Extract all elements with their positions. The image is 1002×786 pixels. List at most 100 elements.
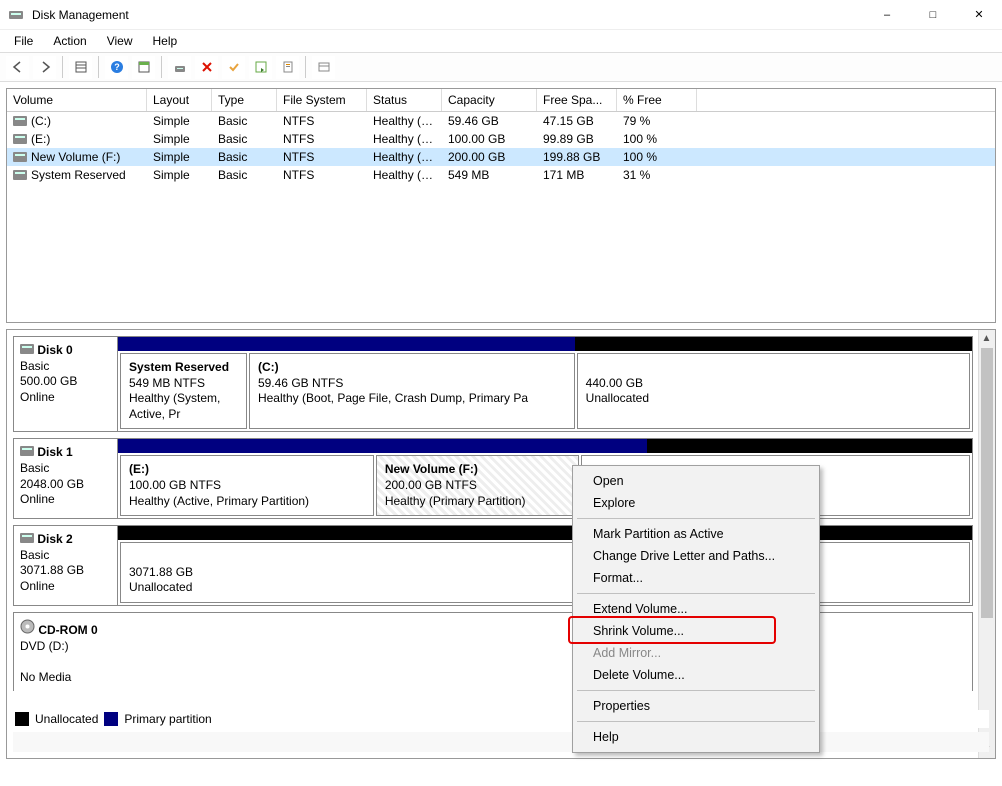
app-icon — [8, 7, 24, 23]
disk-type: Basic — [20, 359, 49, 373]
settings-button[interactable] — [168, 56, 191, 79]
col-type[interactable]: Type — [212, 89, 277, 111]
col-volume[interactable]: Volume — [7, 89, 147, 111]
volume-type: Basic — [212, 131, 277, 147]
volume-pctfree: 100 % — [617, 131, 697, 147]
delete-button[interactable] — [195, 56, 218, 79]
volume-name: (E:) — [31, 132, 50, 146]
context-menu-item[interactable]: Properties — [575, 695, 817, 717]
volume-name: New Volume (F:) — [31, 150, 120, 164]
maximize-button[interactable]: □ — [910, 0, 956, 30]
ok-button[interactable] — [222, 56, 245, 79]
volume-free: 47.15 GB — [537, 113, 617, 129]
window-title: Disk Management — [32, 8, 864, 22]
volume-layout: Simple — [147, 149, 212, 165]
disk-type: DVD (D:) — [20, 639, 69, 653]
partition-f[interactable]: New Volume (F:) 200.00 GB NTFS Healthy (… — [376, 455, 579, 516]
volume-row[interactable]: (C:)SimpleBasicNTFSHealthy (B...59.46 GB… — [7, 112, 995, 130]
menu-view[interactable]: View — [97, 32, 143, 50]
disk-row-0: Disk 0 Basic 500.00 GB Online System Res… — [13, 336, 973, 432]
partition-e[interactable]: (E:) 100.00 GB NTFS Healthy (Active, Pri… — [120, 455, 374, 516]
properties-button[interactable] — [276, 56, 299, 79]
col-status[interactable]: Status — [367, 89, 442, 111]
view-button[interactable] — [132, 56, 155, 79]
context-menu-item[interactable]: Change Drive Letter and Paths... — [575, 545, 817, 567]
volume-status: Healthy (S... — [367, 167, 442, 183]
context-menu-item[interactable]: Add Mirror... — [575, 642, 817, 664]
volume-fs: NTFS — [277, 149, 367, 165]
minimize-button[interactable]: – — [864, 0, 910, 30]
partition-unallocated-0[interactable]: 440.00 GB Unallocated — [577, 353, 970, 429]
volume-capacity: 549 MB — [442, 167, 537, 183]
context-menu-item[interactable]: Delete Volume... — [575, 664, 817, 686]
volume-fs: NTFS — [277, 113, 367, 129]
volume-capacity: 59.46 GB — [442, 113, 537, 129]
scrollbar-thumb[interactable] — [981, 348, 993, 618]
svg-text:?: ? — [114, 62, 120, 72]
volume-row[interactable]: System ReservedSimpleBasicNTFSHealthy (S… — [7, 166, 995, 184]
partition-unallocated-2[interactable]: 3071.88 GB Unallocated — [120, 542, 970, 603]
context-menu-separator — [577, 690, 815, 691]
window-controls: – □ ✕ — [864, 0, 1002, 30]
disk-label: CD-ROM 0 DVD (D:) No Media — [14, 613, 118, 691]
volume-row[interactable]: New Volume (F:)SimpleBasicNTFSHealthy (P… — [7, 148, 995, 166]
menu-action[interactable]: Action — [43, 32, 96, 50]
menu-file[interactable]: File — [4, 32, 43, 50]
toolbar-separator — [98, 56, 99, 78]
context-menu-item[interactable]: Open — [575, 470, 817, 492]
context-menu-item[interactable]: Mark Partition as Active — [575, 523, 817, 545]
context-menu-item[interactable]: Format... — [575, 567, 817, 589]
volume-name: System Reserved — [31, 168, 126, 182]
disk-name: Disk 2 — [37, 532, 72, 546]
disk-type: Basic — [20, 548, 49, 562]
volume-name: (C:) — [31, 114, 51, 128]
disk-icon — [13, 116, 27, 126]
vertical-scrollbar[interactable]: ▲ ▼ — [978, 330, 995, 758]
context-menu-item[interactable]: Explore — [575, 492, 817, 514]
volume-free: 99.89 GB — [537, 131, 617, 147]
volume-row[interactable]: (E:)SimpleBasicNTFSHealthy (A...100.00 G… — [7, 130, 995, 148]
disk-icon — [20, 344, 34, 354]
legend-primary-swatch — [104, 712, 118, 726]
status-bar — [13, 732, 989, 752]
col-layout[interactable]: Layout — [147, 89, 212, 111]
disk-label: Disk 0 Basic 500.00 GB Online — [14, 337, 118, 431]
scroll-up-icon[interactable]: ▲ — [979, 331, 994, 346]
partition-c[interactable]: (C:) 59.46 GB NTFS Healthy (Boot, Page F… — [249, 353, 575, 429]
partition-system-reserved[interactable]: System Reserved 549 MB NTFS Healthy (Sys… — [120, 353, 247, 429]
context-menu-item[interactable]: Help — [575, 726, 817, 748]
details-button[interactable] — [69, 56, 92, 79]
volume-layout: Simple — [147, 167, 212, 183]
refresh-button[interactable] — [249, 56, 272, 79]
col-pctfree[interactable]: % Free — [617, 89, 697, 111]
help-button[interactable]: ? — [105, 56, 128, 79]
close-button[interactable]: ✕ — [956, 0, 1002, 30]
toolbar: ? — [0, 52, 1002, 82]
toolbar-separator — [305, 56, 306, 78]
col-capacity[interactable]: Capacity — [442, 89, 537, 111]
menu-help[interactable]: Help — [143, 32, 188, 50]
volume-status: Healthy (A... — [367, 131, 442, 147]
disk-icon — [20, 446, 34, 456]
disk-name: Disk 0 — [37, 343, 72, 357]
context-menu-item[interactable]: Extend Volume... — [575, 598, 817, 620]
context-menu-separator — [577, 721, 815, 722]
context-menu-separator — [577, 518, 815, 519]
disk-size: 3071.88 GB — [20, 563, 84, 577]
context-menu-item[interactable]: Shrink Volume... — [575, 620, 817, 642]
volume-list: Volume Layout Type File System Status Ca… — [6, 88, 996, 323]
volume-layout: Simple — [147, 113, 212, 129]
forward-button[interactable] — [33, 56, 56, 79]
context-menu: OpenExplore Mark Partition as ActiveChang… — [572, 465, 820, 753]
volume-type: Basic — [212, 167, 277, 183]
col-spacer — [697, 89, 995, 111]
disk-state: No Media — [20, 670, 71, 684]
toolbar-separator — [161, 56, 162, 78]
legend-primary-label: Primary partition — [124, 712, 211, 726]
list-button[interactable] — [312, 56, 335, 79]
volume-list-header: Volume Layout Type File System Status Ca… — [7, 89, 995, 112]
disk-state: Online — [20, 390, 55, 404]
col-filesystem[interactable]: File System — [277, 89, 367, 111]
back-button[interactable] — [6, 56, 29, 79]
col-freespace[interactable]: Free Spa... — [537, 89, 617, 111]
